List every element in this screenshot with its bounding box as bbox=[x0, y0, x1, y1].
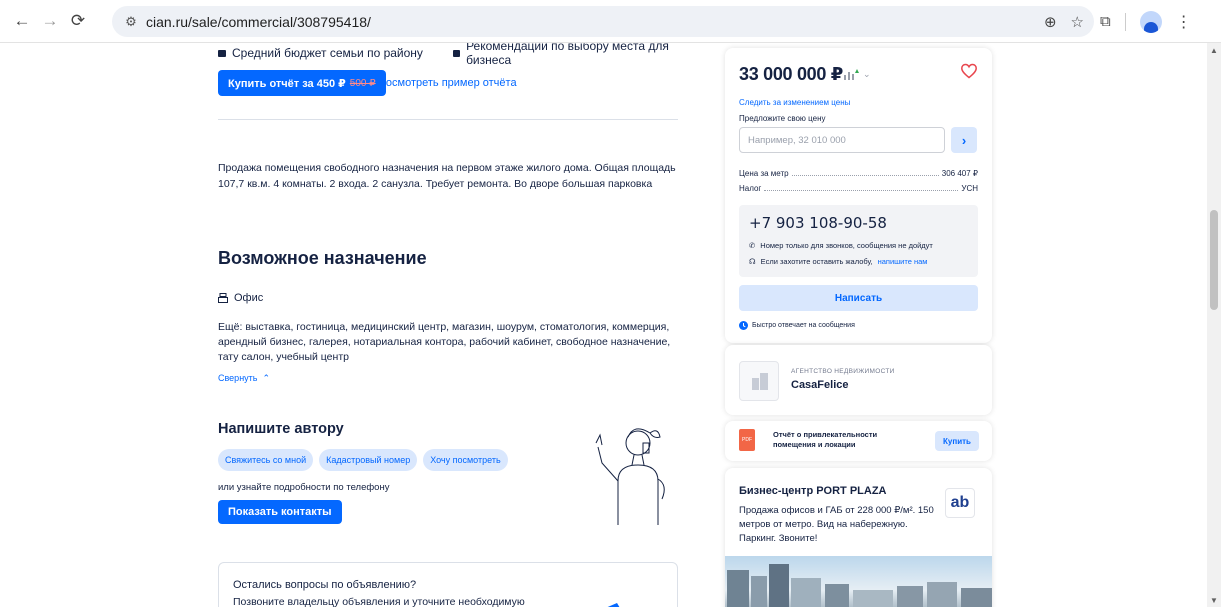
pdf-icon: PDF bbox=[739, 429, 755, 451]
questions-title: Остались вопросы по объявлению? bbox=[233, 579, 417, 591]
report-card-text: Отчёт о привлекательности помещения и ло… bbox=[773, 430, 878, 449]
follow-price-link[interactable]: Следить за изменением цены bbox=[739, 98, 850, 107]
purpose-main: Офис bbox=[218, 292, 263, 304]
fast-reply-badge: Быстро отвечает на сообщения bbox=[739, 321, 855, 330]
zoom-icon[interactable]: ⊕ bbox=[1044, 13, 1057, 31]
buy-report-label: Купить отчёт за 450 ₽ bbox=[228, 77, 346, 90]
write-author-heading: Напишите автору bbox=[218, 421, 344, 437]
write-message-button[interactable]: Написать bbox=[739, 285, 978, 311]
address-bar[interactable]: ⚙ cian.ru/sale/commercial/308795418/ ⊕ ☆ bbox=[112, 6, 1094, 37]
complaint-text: Если захотите оставить жалобу, bbox=[760, 257, 873, 266]
offer-submit-button[interactable]: › bbox=[951, 127, 977, 153]
chip-cadastral-number[interactable]: Кадастровый номер bbox=[319, 449, 418, 471]
write-us-link[interactable]: напишите нам bbox=[878, 257, 928, 266]
phone-box: +7 903 108-90-58 ✆ Номер только для звон… bbox=[739, 205, 978, 277]
or-phone-text: или узнайте подробности по телефону bbox=[218, 482, 390, 493]
complaint-note: ☊ Если захотите оставить жалобу, напишит… bbox=[749, 257, 927, 266]
tax-label: Налог bbox=[739, 184, 762, 193]
chevron-up-icon: ⌃ bbox=[260, 373, 271, 383]
wallet-icon bbox=[218, 49, 226, 57]
purpose-main-label: Офис bbox=[234, 292, 264, 304]
dotted-leader bbox=[764, 190, 959, 191]
calls-only-text: Номер только для звонков, сообщения не д… bbox=[760, 241, 933, 250]
show-contacts-button[interactable]: Показать контакты bbox=[218, 500, 342, 524]
report-buy-button[interactable]: Купить bbox=[935, 431, 979, 451]
offer-price-label: Предложите свою цену bbox=[739, 114, 826, 123]
price-history[interactable]: ⌄ bbox=[843, 68, 871, 80]
questions-subtitle: Позвоните владельцу объявления и уточнит… bbox=[233, 596, 525, 607]
agency-logo bbox=[739, 361, 779, 401]
building-icon bbox=[752, 373, 768, 390]
price: 33 000 000 ₽ bbox=[739, 64, 844, 84]
forward-icon[interactable]: → bbox=[36, 7, 64, 35]
price-per-meter-row: Цена за метр 306 407 ₽ bbox=[739, 169, 978, 178]
questions-illustration bbox=[607, 603, 620, 607]
chip-want-to-see[interactable]: Хочу посмотреть bbox=[423, 449, 508, 471]
person-phone-illustration bbox=[595, 428, 665, 525]
browser-toolbar: ← → ⟳ ⚙ cian.ru/sale/commercial/30879541… bbox=[0, 0, 1221, 43]
back-icon[interactable]: ← bbox=[8, 7, 36, 35]
site-settings-icon[interactable]: ⚙ bbox=[116, 14, 146, 30]
agency-type: АГЕНТСТВО НЕДВИЖИМОСТИ bbox=[791, 368, 895, 375]
feature-item: Средний бюджет семьи по району bbox=[218, 43, 453, 67]
divider bbox=[218, 119, 678, 120]
bookmark-star-icon[interactable]: ☆ bbox=[1071, 13, 1084, 31]
purpose-more-list: Ещё: выставка, гостиница, медицинский це… bbox=[218, 321, 671, 363]
ad-card[interactable]: Бизнес-центр PORT PLAZA Продажа офисов и… bbox=[725, 468, 992, 607]
feature-item: Рекомендации по выбору места для бизнеса bbox=[453, 43, 688, 67]
scroll-down-icon[interactable]: ▼ bbox=[1210, 596, 1218, 605]
feature-label: Рекомендации по выбору места для бизнеса bbox=[466, 43, 669, 67]
profile-avatar-icon[interactable] bbox=[1139, 10, 1162, 33]
report-card: PDF Отчёт о привлекательности помещения … bbox=[725, 421, 992, 461]
office-icon bbox=[218, 293, 228, 303]
ad-title[interactable]: Бизнес-центр PORT PLAZA bbox=[739, 485, 887, 497]
agency-card[interactable]: АГЕНТСТВО НЕДВИЖИМОСТИ CasaFelice bbox=[725, 345, 992, 415]
headset-icon: ☊ bbox=[749, 257, 756, 266]
dotted-leader bbox=[791, 175, 939, 176]
collapse-link[interactable]: Свернуть ⌃ bbox=[218, 373, 270, 384]
price-card: 33 000 000 ₽ ⌄ Следить за изменением цен… bbox=[725, 48, 992, 343]
buy-report-button[interactable]: Купить отчёт за 450 ₽ 500 ₽ bbox=[218, 70, 386, 96]
questions-card: Остались вопросы по объявлению? Позвонит… bbox=[218, 562, 678, 607]
phone-number[interactable]: +7 903 108-90-58 bbox=[749, 214, 887, 232]
browser-menu-icon[interactable]: ⋮ bbox=[1176, 12, 1192, 32]
per-meter-value: 306 407 ₽ bbox=[941, 169, 978, 178]
page-content: Средний бюджет семьи по району Рекоменда… bbox=[0, 43, 1207, 607]
calls-only-note: ✆ Номер только для звонков, сообщения не… bbox=[749, 241, 933, 250]
ad-photo bbox=[725, 556, 992, 607]
phone-icon: ✆ bbox=[749, 241, 756, 250]
reload-icon[interactable]: ⟳ bbox=[64, 7, 92, 35]
toolbar-divider bbox=[1124, 12, 1126, 31]
per-meter-label: Цена за метр bbox=[739, 169, 789, 178]
chevron-down-icon[interactable]: ⌄ bbox=[863, 69, 871, 80]
scroll-up-icon[interactable]: ▲ bbox=[1210, 46, 1218, 55]
fast-reply-text: Быстро отвечает на сообщения bbox=[752, 322, 855, 329]
price-chart-icon[interactable] bbox=[843, 68, 859, 80]
report-features: Средний бюджет семьи по району Рекоменда… bbox=[218, 43, 688, 67]
clock-icon bbox=[739, 321, 748, 330]
collapse-label: Свернуть bbox=[218, 373, 258, 383]
ad-text: Продажа офисов и ГАБ от 228 000 ₽/м². 15… bbox=[739, 505, 934, 544]
old-price: 500 ₽ bbox=[349, 77, 376, 89]
ad-logo: ab bbox=[945, 488, 975, 518]
quick-message-chips: Свяжитесь со мной Кадастровый номер Хочу… bbox=[218, 449, 508, 471]
feature-label: Средний бюджет семьи по району bbox=[232, 46, 423, 60]
page-scrollbar[interactable]: ▲ ▼ bbox=[1207, 43, 1221, 607]
listing-description: Продажа помещения свободного назначения … bbox=[218, 162, 676, 190]
extensions-icon[interactable]: ⧉ bbox=[1100, 13, 1111, 30]
agency-name[interactable]: CasaFelice bbox=[791, 379, 848, 391]
tax-value: УСН bbox=[961, 184, 978, 193]
scroll-thumb[interactable] bbox=[1210, 210, 1218, 310]
city-skyline-image bbox=[727, 564, 992, 607]
favorite-heart-icon[interactable] bbox=[960, 62, 978, 80]
example-report-link[interactable]: Посмотреть пример отчёта bbox=[378, 77, 517, 89]
chip-contact-me[interactable]: Свяжитесь со мной bbox=[218, 449, 314, 471]
purpose-heading: Возможное назначение bbox=[218, 248, 427, 268]
book-icon bbox=[453, 49, 461, 57]
url-text[interactable]: cian.ru/sale/commercial/308795418/ bbox=[146, 14, 371, 30]
offer-price-input[interactable]: Например, 32 010 000 bbox=[739, 127, 945, 153]
chevron-right-icon: › bbox=[961, 132, 967, 148]
tax-row: Налог УСН bbox=[739, 184, 978, 193]
